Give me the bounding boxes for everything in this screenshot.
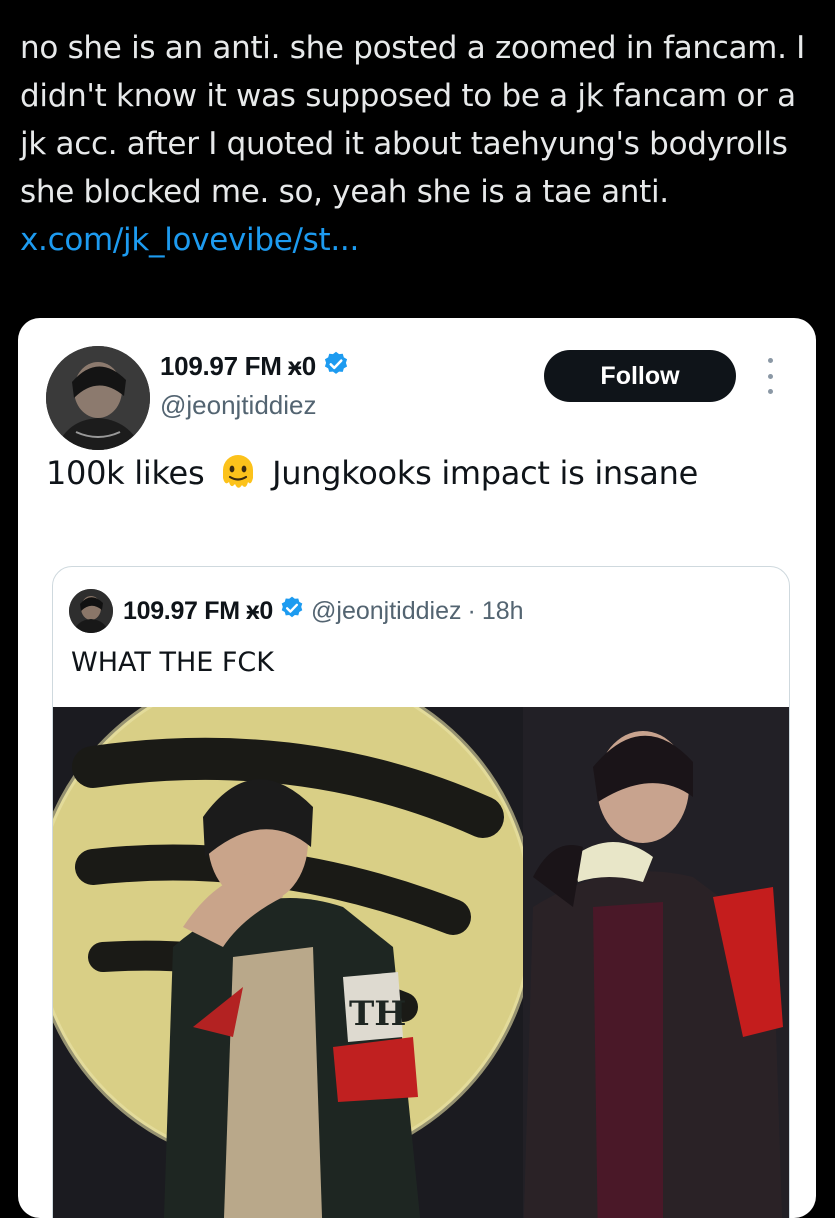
tweet-text: 100k likes Jungkooks impact is insane: [46, 448, 786, 498]
follow-button[interactable]: Follow: [544, 350, 736, 402]
svg-text:TH: TH: [349, 994, 406, 1034]
reply-text: no she is an anti. she posted a zoomed i…: [20, 24, 815, 264]
quoted-author-name[interactable]: 109.97 FM: [123, 597, 240, 626]
author-name[interactable]: 109.97 FM: [160, 351, 282, 382]
tweet-text-part2: Jungkooks impact is insane: [272, 454, 698, 492]
tweet-text-part1: 100k likes: [46, 454, 205, 492]
verified-badge-icon: [322, 350, 350, 383]
author-name-row[interactable]: 109.97 FM ӿ0: [160, 348, 350, 384]
quoted-author-handle[interactable]: @jeonjtiddiez: [311, 597, 461, 626]
author-handle[interactable]: @jeonjtiddiez: [160, 390, 316, 421]
reply-link[interactable]: x.com/jk_lovevibe/st...: [20, 222, 359, 258]
melting-face-icon: [218, 452, 258, 492]
quoted-header: 109.97 FM ӿ0 @jeonjtiddiez · 18h: [123, 595, 524, 628]
quoted-text: WHAT THE FCK: [71, 647, 274, 678]
quoted-author-avatar[interactable]: [69, 589, 113, 633]
quoted-separator-dot: ·: [467, 597, 476, 625]
quoted-tweet[interactable]: 109.97 FM ӿ0 @jeonjtiddiez · 18h WHAT TH…: [52, 566, 790, 1218]
quoted-timestamp[interactable]: 18h: [482, 597, 524, 626]
quoted-author-symbols: ӿ0: [245, 597, 274, 625]
quoted-media-image[interactable]: TH: [53, 707, 789, 1218]
quoted-verified-badge-icon: [279, 595, 305, 628]
more-options-icon[interactable]: [758, 358, 782, 394]
embedded-tweet-card[interactable]: 109.97 FM ӿ0 @jeonjtiddiez Follow 100k l…: [18, 318, 816, 1218]
author-avatar[interactable]: [46, 346, 150, 450]
author-name-symbols: ӿ0: [287, 350, 317, 381]
reply-body: no she is an anti. she posted a zoomed i…: [20, 30, 806, 210]
